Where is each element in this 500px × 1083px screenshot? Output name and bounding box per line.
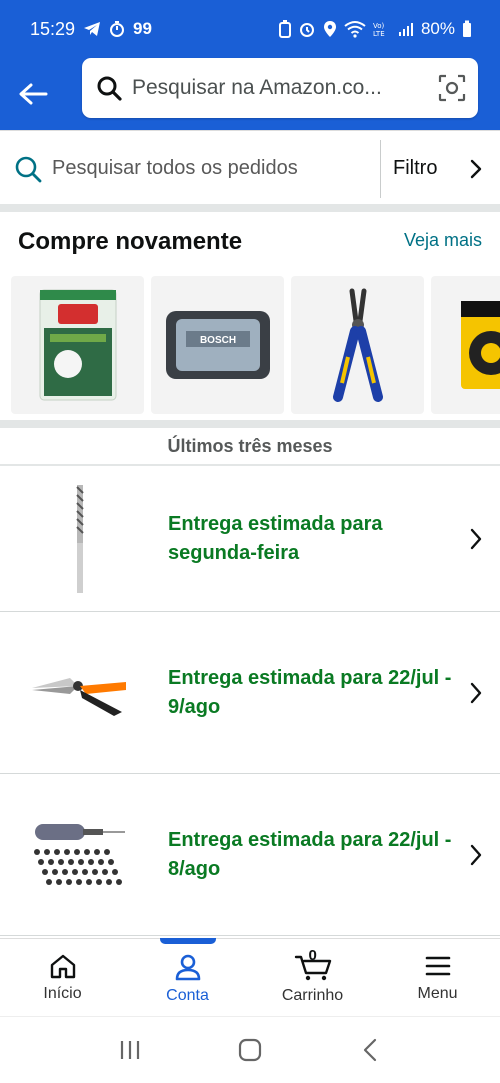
nav-menu[interactable]: Menu xyxy=(375,939,500,1016)
nav-account-label: Conta xyxy=(166,987,209,1004)
order-status: Entrega estimada para segunda-feira xyxy=(168,513,383,564)
signal-icon xyxy=(398,23,413,36)
order-thumbnail xyxy=(0,612,160,773)
order-row[interactable]: Entrega estimada para 22/jul - 9/ago xyxy=(0,612,500,774)
bit-case-icon: BOSCH xyxy=(165,311,270,379)
recent-apps-icon xyxy=(120,1041,140,1059)
svg-text:BOSCH: BOSCH xyxy=(199,335,235,346)
nav-cart[interactable]: 0 Carrinho xyxy=(250,939,375,1016)
battery-percent: 80% xyxy=(420,19,455,38)
home-square-icon xyxy=(238,1038,262,1062)
app-header xyxy=(0,58,500,130)
nav-cart-label: Carrinho xyxy=(281,987,344,1004)
order-status: Entrega estimada para 22/jul - 9/ago xyxy=(168,666,452,718)
system-back-button[interactable] xyxy=(350,1030,390,1070)
orders-search-bar: Pesquisar todos os pedidos Filtro xyxy=(0,130,500,206)
battery-icon xyxy=(463,20,471,37)
account-icon xyxy=(175,954,200,981)
svg-text:LTE: LTE xyxy=(373,30,385,38)
pruning-shears-icon xyxy=(32,677,126,716)
amazon-search-bar[interactable] xyxy=(82,58,478,118)
menu-icon xyxy=(425,956,450,976)
buy-again-product[interactable] xyxy=(11,276,144,414)
amazon-search-input[interactable] xyxy=(132,76,438,100)
battery-saver-icon xyxy=(278,20,291,38)
order-row[interactable]: Entrega estimada para 22/jul - 8/ago xyxy=(0,774,500,936)
order-thumbnail xyxy=(0,467,160,611)
home-icon xyxy=(50,954,75,979)
location-icon xyxy=(323,21,336,37)
chevron-right-icon xyxy=(470,159,482,178)
status-time: 15:29 xyxy=(30,18,76,39)
alarm-icon xyxy=(299,23,314,37)
buy-again-title: Compre novamente xyxy=(18,228,243,255)
home-system-button[interactable] xyxy=(230,1030,270,1070)
camera-search-icon[interactable] xyxy=(438,74,466,102)
recent-apps-button[interactable] xyxy=(110,1030,150,1070)
nav-menu-label: Menu xyxy=(417,985,458,1002)
search-icon xyxy=(97,76,122,101)
notification-count: 99 xyxy=(133,19,152,38)
telegram-icon xyxy=(84,22,101,36)
drill-bit-icon xyxy=(76,485,84,593)
section-divider xyxy=(0,204,500,212)
order-row[interactable]: Entrega estimada para segunda-feira xyxy=(0,467,500,612)
chevron-right-icon xyxy=(470,682,482,703)
filter-button[interactable]: Filtro xyxy=(380,139,500,198)
pliers-icon xyxy=(332,288,383,402)
status-bar: 15:29 99 Vo) LTE 80% xyxy=(0,0,500,58)
buy-again-product[interactable]: BOSCH xyxy=(151,276,284,414)
order-thumbnail xyxy=(0,774,160,935)
buy-again-section: Compre novamente Veja mais BOSCH xyxy=(0,214,500,420)
nav-account[interactable]: Conta xyxy=(125,938,250,1016)
order-chevron xyxy=(470,528,500,550)
tape-roll-icon xyxy=(461,301,500,389)
see-more-link[interactable]: Veja mais xyxy=(404,230,482,251)
rotary-tool-kit-icon xyxy=(34,823,125,885)
status-right: Vo) LTE 80% xyxy=(278,19,472,39)
status-left: 15:29 99 xyxy=(30,19,152,40)
order-chevron xyxy=(470,844,500,866)
back-button[interactable] xyxy=(0,58,66,130)
svg-text:Vo): Vo) xyxy=(373,22,385,30)
period-label: Últimos três meses xyxy=(0,428,500,466)
order-chevron xyxy=(470,682,500,704)
wifi-icon xyxy=(344,21,366,38)
nav-home-label: Início xyxy=(43,985,82,1002)
bottom-navigation: Início Conta 0 Carrinho Menu xyxy=(0,938,500,1016)
active-tab-indicator xyxy=(159,938,216,944)
orders-search-field[interactable]: Pesquisar todos os pedidos xyxy=(0,131,380,206)
buy-again-product[interactable] xyxy=(291,276,424,414)
cart-count: 0 xyxy=(308,947,317,964)
timer-icon xyxy=(110,21,125,37)
buy-again-product[interactable] xyxy=(431,276,500,414)
volte-icon: Vo)LTE xyxy=(373,22,385,38)
system-navigation-bar xyxy=(0,1016,500,1083)
arrow-left-icon xyxy=(19,83,48,105)
sponge-pack-icon xyxy=(39,289,116,401)
section-divider xyxy=(0,420,500,428)
nav-home[interactable]: Início xyxy=(0,939,125,1016)
order-status: Entrega estimada para 22/jul - 8/ago xyxy=(168,828,452,880)
chevron-right-icon xyxy=(470,528,482,550)
chevron-right-icon xyxy=(470,844,482,865)
search-icon xyxy=(15,156,42,182)
orders-search-placeholder: Pesquisar todos os pedidos xyxy=(52,157,298,179)
chevron-left-icon xyxy=(363,1038,377,1062)
buy-again-carousel: BOSCH xyxy=(11,276,500,414)
filter-label: Filtro xyxy=(393,157,438,179)
